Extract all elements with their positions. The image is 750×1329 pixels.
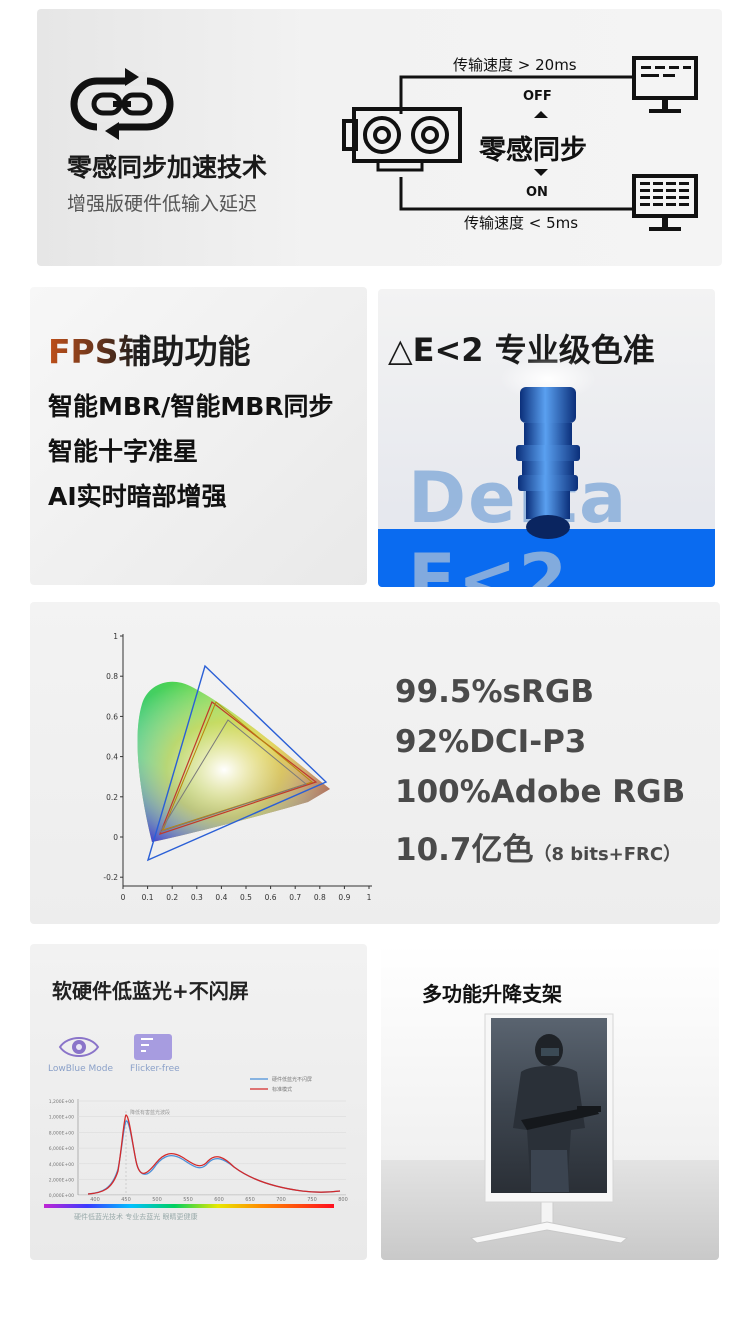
spec-colors: 10.7亿色 [395, 832, 534, 868]
spectrum-y-tick-label: 2,000E+00 [49, 1178, 74, 1184]
sync-link-icon [70, 68, 174, 140]
spectrum-footer: 硬件低蓝光技术 专业去蓝光 眼睛更健康 [74, 1212, 197, 1221]
cie-y-tick-label: 0.4 [106, 753, 118, 762]
spectrum-x-tick-label: 750 [307, 1197, 317, 1203]
monitor-icon [632, 56, 698, 113]
spectrum-x-tick-label: 800 [338, 1197, 348, 1203]
cie-x-tick-label: 0 [121, 893, 126, 902]
cie-x-tick-label: 0.6 [265, 893, 277, 902]
stand-card: 多功能升降支架 [381, 944, 719, 1260]
peak-annotation: 降低有害蓝光波段 [130, 1109, 170, 1116]
on-speed-label: 传输速度 < 5ms [464, 214, 579, 232]
cie-x-tick-label: 0.9 [338, 893, 350, 902]
fps-title: FPS辅助功能 [48, 325, 251, 373]
spec-color-depth: 10.7亿色（8 bits+FRC） [395, 824, 681, 869]
legend-hardware: 硬件低蓝光不闪屏 [272, 1076, 312, 1083]
spectrum-y-tick-label: 4,000E+00 [49, 1162, 74, 1168]
colorimeter-icon [500, 359, 596, 539]
spectrum-chart: 硬件低蓝光不闪屏 标准模式 1,200E+00 1,000E+00 8,000E+0… [44, 1076, 348, 1221]
cie-x-tick-label: 1 [367, 893, 372, 902]
cie-x-tick-label: 0.3 [191, 893, 203, 902]
spectrum-x-tick-label: 400 [90, 1197, 100, 1203]
rotated-monitor-image [381, 1013, 719, 1260]
latency-card: 零感同步加速技术 增强版硬件低输入延迟 传输速度 > 20ms OFF 零感同步… [37, 9, 722, 266]
monitor-icon [632, 174, 698, 231]
fps-card: FPS辅助功能 智能MBR/智能MBR同步 智能十字准星 AI实时暗部增强 [30, 287, 367, 585]
eye-care-card: 软硬件低蓝光+不闪屏 LowBlue Mode Flicker-free 硬件低… [30, 944, 367, 1260]
color-accuracy-card: △E<2 专业级色准 Delta E<2 [378, 289, 715, 587]
spec-adobe-rgb: 100%Adobe RGB [395, 774, 686, 810]
cie-y-tick-label: 1 [113, 632, 118, 641]
fps-feature-2: 智能十字准星 [48, 437, 199, 466]
legend-standard: 标准模式 [272, 1086, 292, 1093]
eye-care-title: 软硬件低蓝光+不闪屏 [52, 979, 249, 1003]
cie-x-tick-label: 0.8 [314, 893, 326, 902]
spectrum-x-tick-label: 500 [152, 1197, 162, 1203]
cie-x-tick-label: 0.5 [240, 893, 252, 902]
flicker-free-icon [134, 1034, 172, 1060]
spec-srgb: 99.5%sRGB [395, 674, 594, 710]
fps-feature-3: AI实时暗部增强 [48, 482, 227, 511]
spectrum-x-tick-label: 450 [121, 1197, 131, 1203]
off-label: OFF [523, 89, 552, 104]
off-speed-label: 传输速度 > 20ms [453, 56, 577, 74]
eye-icon [58, 1037, 100, 1057]
cie-y-tick-label: 0.8 [106, 672, 118, 681]
cie-x-tick-label: 0.2 [166, 893, 178, 902]
spec-dcip3: 92%DCI-P3 [395, 724, 587, 760]
cie-y-tick-label: 0.2 [106, 793, 118, 802]
gamut-card: 1 0.8 0.6 0.4 0.2 0 -0.2 0 0.1 0.2 0.3 0.4 0.5 0.6 0.… [30, 602, 720, 924]
sync-center-label: 零感同步 [479, 135, 587, 166]
on-label: ON [526, 185, 548, 200]
spectrum-x-tick-label: 600 [214, 1197, 224, 1203]
stand-title: 多功能升降支架 [422, 982, 562, 1006]
cie-y-tick-label: 0.6 [106, 712, 118, 721]
fps-feature-1: 智能MBR/智能MBR同步 [48, 392, 334, 421]
latency-title: 零感同步加速技术 [67, 153, 268, 182]
latency-subtitle: 增强版硬件低输入延迟 [67, 193, 258, 215]
spectrum-x-tick-label: 550 [183, 1197, 193, 1203]
spectrum-x-tick-label: 650 [245, 1197, 255, 1203]
spectrum-y-tick-label: 1,000E+00 [49, 1115, 74, 1121]
cie-x-tick-label: 0.7 [289, 893, 301, 902]
spectrum-y-tick-label: 1,200E+00 [49, 1099, 74, 1105]
spec-bit-note: （8 bits+FRC） [533, 844, 682, 865]
spectrum-y-tick-label: 0,000E+00 [49, 1193, 74, 1199]
spectrum-y-tick-label: 8,000E+00 [49, 1130, 74, 1136]
cie-y-tick-label: -0.2 [103, 873, 118, 882]
spectrum-y-tick-label: 6,000E+00 [49, 1146, 74, 1152]
cie-chart: 1 0.8 0.6 0.4 0.2 0 -0.2 0 0.1 0.2 0.3 0.4 0.5 0.6 0.… [103, 632, 372, 902]
cie-y-tick-label: 0 [113, 833, 118, 842]
cie-x-tick-label: 0.4 [215, 893, 227, 902]
cie-x-tick-label: 0.1 [142, 893, 154, 902]
spectrum-x-tick-label: 700 [276, 1197, 286, 1203]
